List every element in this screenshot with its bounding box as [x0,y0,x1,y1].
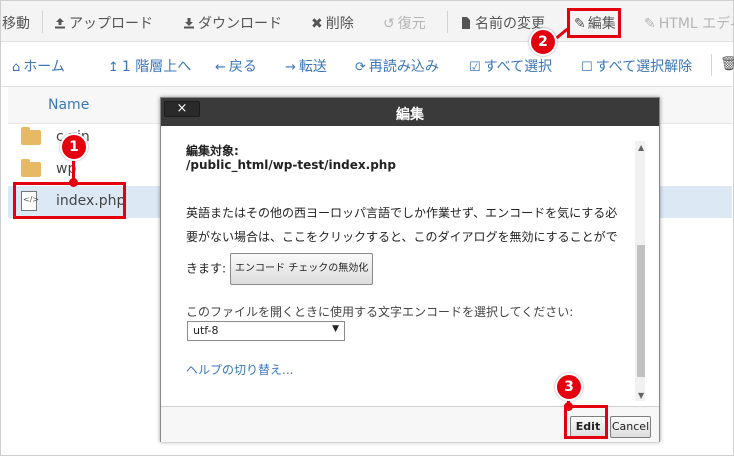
notice-line: 要がない場合は、ここをクリックすると、このダイアログを無効にすることがで [186,230,618,244]
step-2-badge: 2 [529,28,557,56]
disable-encoding-check-button[interactable]: エンコード チェックの無効化 [230,253,374,285]
download-button[interactable]: ダウンロード [183,13,282,33]
notice-line: 英語またはその他の西ヨーロッパ言語でしか作業せず、エンコードを気にする必 [186,206,618,220]
cancel-button[interactable]: Cancel [610,416,651,438]
edit-square-icon: ✎ [644,16,656,32]
annotation-dot-3 [564,402,573,411]
folder-icon [21,127,41,145]
annotation-dot-1 [69,178,78,187]
name-column-header[interactable]: Name [48,97,89,113]
forward-button[interactable]: → 転送 [285,56,327,76]
edit-dialog: × 編集 編集対象: /public_html/wp-test/index.ph… [160,97,660,442]
home-icon: ⌂ [12,60,21,75]
file-actions-toolbar: 移動 アップロード ダウンロード ✖ 削除 ↺ 復元 名前の変更 ✎ 編集 ✎ HTML… [1,1,734,42]
move-button[interactable]: 移動 [2,13,30,33]
level-up-icon: ↥ [108,60,119,75]
chevron-down-icon: ▼ [332,324,339,334]
rename-button[interactable]: 名前の変更 [460,13,545,33]
select-all-button[interactable]: ☑ すべて選択 [469,56,552,76]
back-button[interactable]: ← 戻る [215,56,257,76]
upload-button[interactable]: アップロード [54,13,153,33]
arrow-right-icon: → [285,60,296,75]
help-toggle-link[interactable]: ヘルプの切り替え... [186,361,293,378]
navigation-toolbar: ⌂ ホーム ↥ 1 階層上へ ← 戻る → 転送 ⟳ 再読み込み ☑ すべて選択 ☐ すべて選… [1,42,734,87]
edit-target-label: 編集対象: [186,144,239,158]
annotation-box-2 [567,8,621,38]
scroll-thumb[interactable] [637,245,645,377]
encoding-notice: 英語またはその他の西ヨーロッパ言語でしか作業せず、エンコードを気にする必 要がな… [186,201,636,285]
home-button[interactable]: ⌂ ホーム [12,56,65,76]
download-icon [184,18,194,29]
edit-target-path: /public_html/wp-test/index.php [186,158,396,172]
dialog-scrollbar[interactable]: ▲ ▼ [635,141,645,401]
checkbox-empty-icon: ☐ [581,60,593,75]
notice-line-3: きます: エンコード チェックの無効化 [186,253,636,285]
up-one-level-button[interactable]: ↥ 1 階層上へ [108,56,191,76]
undo-icon: ↺ [383,16,395,32]
file-icon [462,17,470,29]
reload-button[interactable]: ⟳ 再読み込み [355,56,439,76]
encoding-value: utf-8 [193,324,219,337]
encoding-select[interactable]: utf-8 ▼ [187,321,345,341]
toolbar-divider [711,54,712,76]
step-3-badge: 3 [555,373,583,401]
dialog-title-bar: × 編集 [161,98,659,126]
annotation-box-1 [13,182,126,219]
x-icon: ✖ [311,16,323,32]
toolbar-divider [447,11,448,33]
dialog-title: 編集 [396,107,424,123]
folder-icon [21,159,41,177]
dialog-body: 編集対象: /public_html/wp-test/index.php 英語ま… [171,129,645,401]
refresh-icon: ⟳ [355,60,366,75]
toolbar-divider [42,11,43,33]
trash-icon[interactable]: 🗑 [720,56,734,72]
delete-button[interactable]: ✖ 削除 [311,13,354,33]
deselect-all-button[interactable]: ☐ すべて選択解除 [581,56,692,76]
scroll-down-icon[interactable]: ▼ [638,391,644,400]
html-editor-button[interactable]: ✎HTML エディ [644,13,734,33]
checkbox-checked-icon: ☑ [469,60,481,75]
arrow-left-icon: ← [215,60,226,75]
restore-button[interactable]: ↺ 復元 [383,13,426,33]
scroll-up-icon[interactable]: ▲ [638,143,644,152]
select-encoding-label: このファイルを開くときに使用する文字エンコードを選択してください: [186,305,574,319]
upload-icon [55,18,65,29]
step-1-badge: 1 [60,133,88,161]
